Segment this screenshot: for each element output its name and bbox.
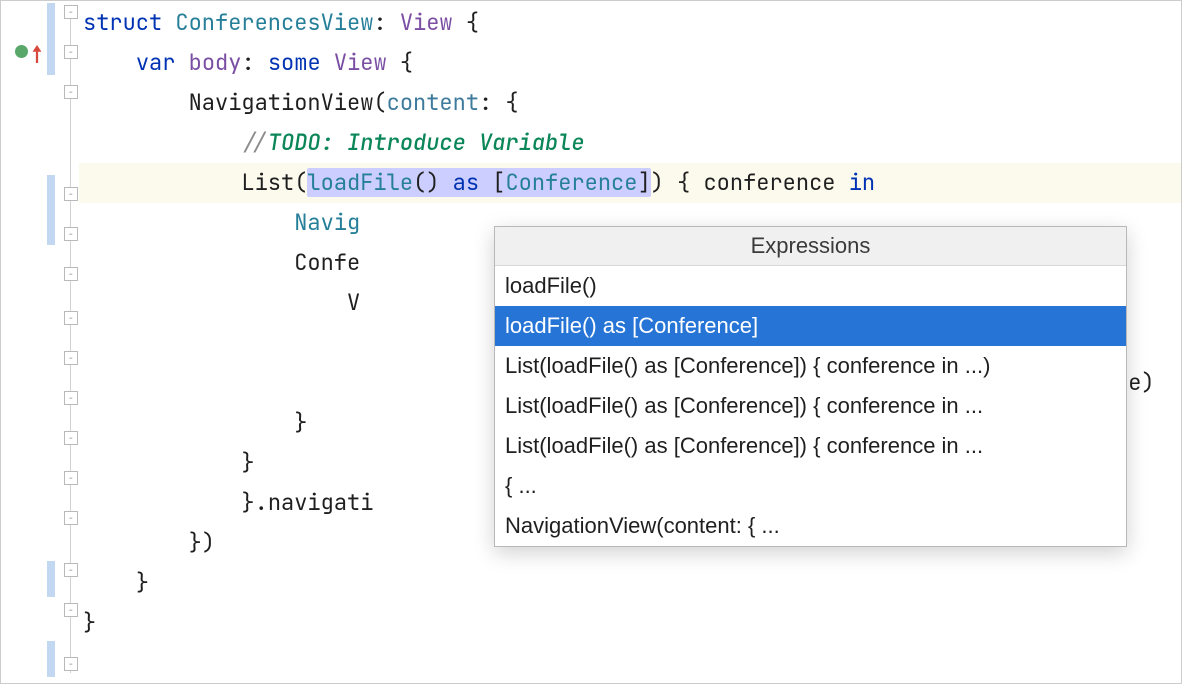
fold-handle[interactable] — [64, 511, 78, 525]
fold-handle[interactable] — [64, 267, 78, 281]
brace-close: } — [294, 408, 307, 437]
fold-handle[interactable] — [64, 227, 78, 241]
popup-title: Expressions — [495, 227, 1126, 266]
param-content: content — [387, 88, 479, 117]
bracket-open: [ — [492, 168, 505, 197]
paren-open: ( — [294, 168, 307, 197]
colon: : — [373, 8, 386, 37]
type-name: ConferencesView — [175, 8, 373, 37]
editor-gutter — [1, 1, 79, 683]
brace: { — [400, 48, 413, 77]
partial-navig: Navig — [294, 208, 360, 237]
todo-comment: TODO: Introduce Variable — [268, 128, 585, 157]
change-marker — [47, 175, 55, 245]
colon: : — [479, 88, 492, 117]
expressions-popup: Expressions loadFile() loadFile() as [Co… — [494, 226, 1127, 547]
bracket-close: ] — [637, 168, 650, 197]
keyword-as: as — [439, 168, 492, 197]
code-line[interactable]: NavigationView(content: { — [79, 83, 1181, 123]
fold-handle[interactable] — [64, 603, 78, 617]
fold-handle[interactable] — [64, 311, 78, 325]
brace-paren-close: }) — [189, 528, 215, 557]
brace: { — [492, 88, 518, 117]
expression-option[interactable]: loadFile() — [495, 266, 1126, 306]
expression-option[interactable]: List(loadFile() as [Conference]) { confe… — [495, 386, 1126, 426]
fold-handle[interactable] — [64, 471, 78, 485]
fold-strip — [64, 1, 78, 683]
fold-handle[interactable] — [64, 5, 78, 19]
expression-option-selected[interactable]: loadFile() as [Conference] — [495, 306, 1126, 346]
keyword-struct: struct — [83, 8, 162, 37]
fold-handle[interactable] — [64, 85, 78, 99]
fold-handle[interactable] — [64, 657, 78, 671]
brace: { — [664, 168, 690, 197]
keyword-in: in — [849, 168, 875, 197]
selection-range: loadFile() as [Conference] — [307, 168, 650, 197]
keyword-var: var — [136, 48, 176, 77]
protocol-view: View — [334, 48, 387, 77]
partial-navigati: navigati — [268, 488, 374, 517]
paren-close: ) — [651, 168, 664, 197]
loadfile-call: loadFile — [307, 168, 413, 197]
member-body: body — [189, 48, 242, 77]
change-marker — [47, 561, 55, 597]
brace-close: } — [136, 568, 149, 597]
type-conference: Conference — [505, 168, 637, 197]
fold-handle[interactable] — [64, 563, 78, 577]
brace-close: } — [241, 448, 254, 477]
fold-handle[interactable] — [64, 45, 78, 59]
partial-v: V — [347, 288, 360, 317]
expression-option[interactable]: { ... — [495, 466, 1126, 506]
code-area[interactable]: struct ConferencesView: View { var body:… — [79, 1, 1181, 683]
expression-option[interactable]: NavigationView(content: { ... — [495, 506, 1126, 546]
colon: : — [241, 48, 254, 77]
expression-option[interactable]: List(loadFile() as [Conference]) { confe… — [495, 346, 1126, 386]
brace: { — [466, 8, 479, 37]
brace-close: } — [83, 608, 96, 637]
code-editor[interactable]: struct ConferencesView: View { var body:… — [1, 1, 1181, 683]
fold-handle[interactable] — [64, 391, 78, 405]
change-marker — [47, 3, 55, 75]
code-line[interactable]: } — [79, 563, 1181, 603]
protocol-view: View — [400, 8, 453, 37]
expression-option[interactable]: List(loadFile() as [Conference]) { confe… — [495, 426, 1126, 466]
paren-open: ( — [373, 88, 386, 117]
run-marker-icon[interactable] — [15, 45, 28, 58]
code-line[interactable]: } — [79, 603, 1181, 643]
comment-slashes: // — [241, 128, 267, 157]
code-line[interactable]: struct ConferencesView: View { — [79, 3, 1181, 43]
partial-confe: Confe — [294, 248, 360, 277]
navigationview-call: NavigationView — [189, 88, 374, 117]
fold-handle[interactable] — [64, 431, 78, 445]
fold-handle[interactable] — [64, 187, 78, 201]
brace-close: } — [241, 488, 254, 517]
keyword-some: some — [268, 48, 321, 77]
parens: () — [413, 168, 439, 197]
code-line[interactable]: //TODO: Introduce Variable — [79, 123, 1181, 163]
dot: . — [255, 488, 268, 517]
change-marker — [47, 641, 55, 677]
closure-param: conference — [690, 168, 848, 197]
code-line-current[interactable]: List(loadFile() as [Conference]) { confe… — [79, 163, 1181, 203]
list-call: List — [241, 168, 294, 197]
fold-handle[interactable] — [64, 351, 78, 365]
code-line[interactable]: var body: some View { — [79, 43, 1181, 83]
